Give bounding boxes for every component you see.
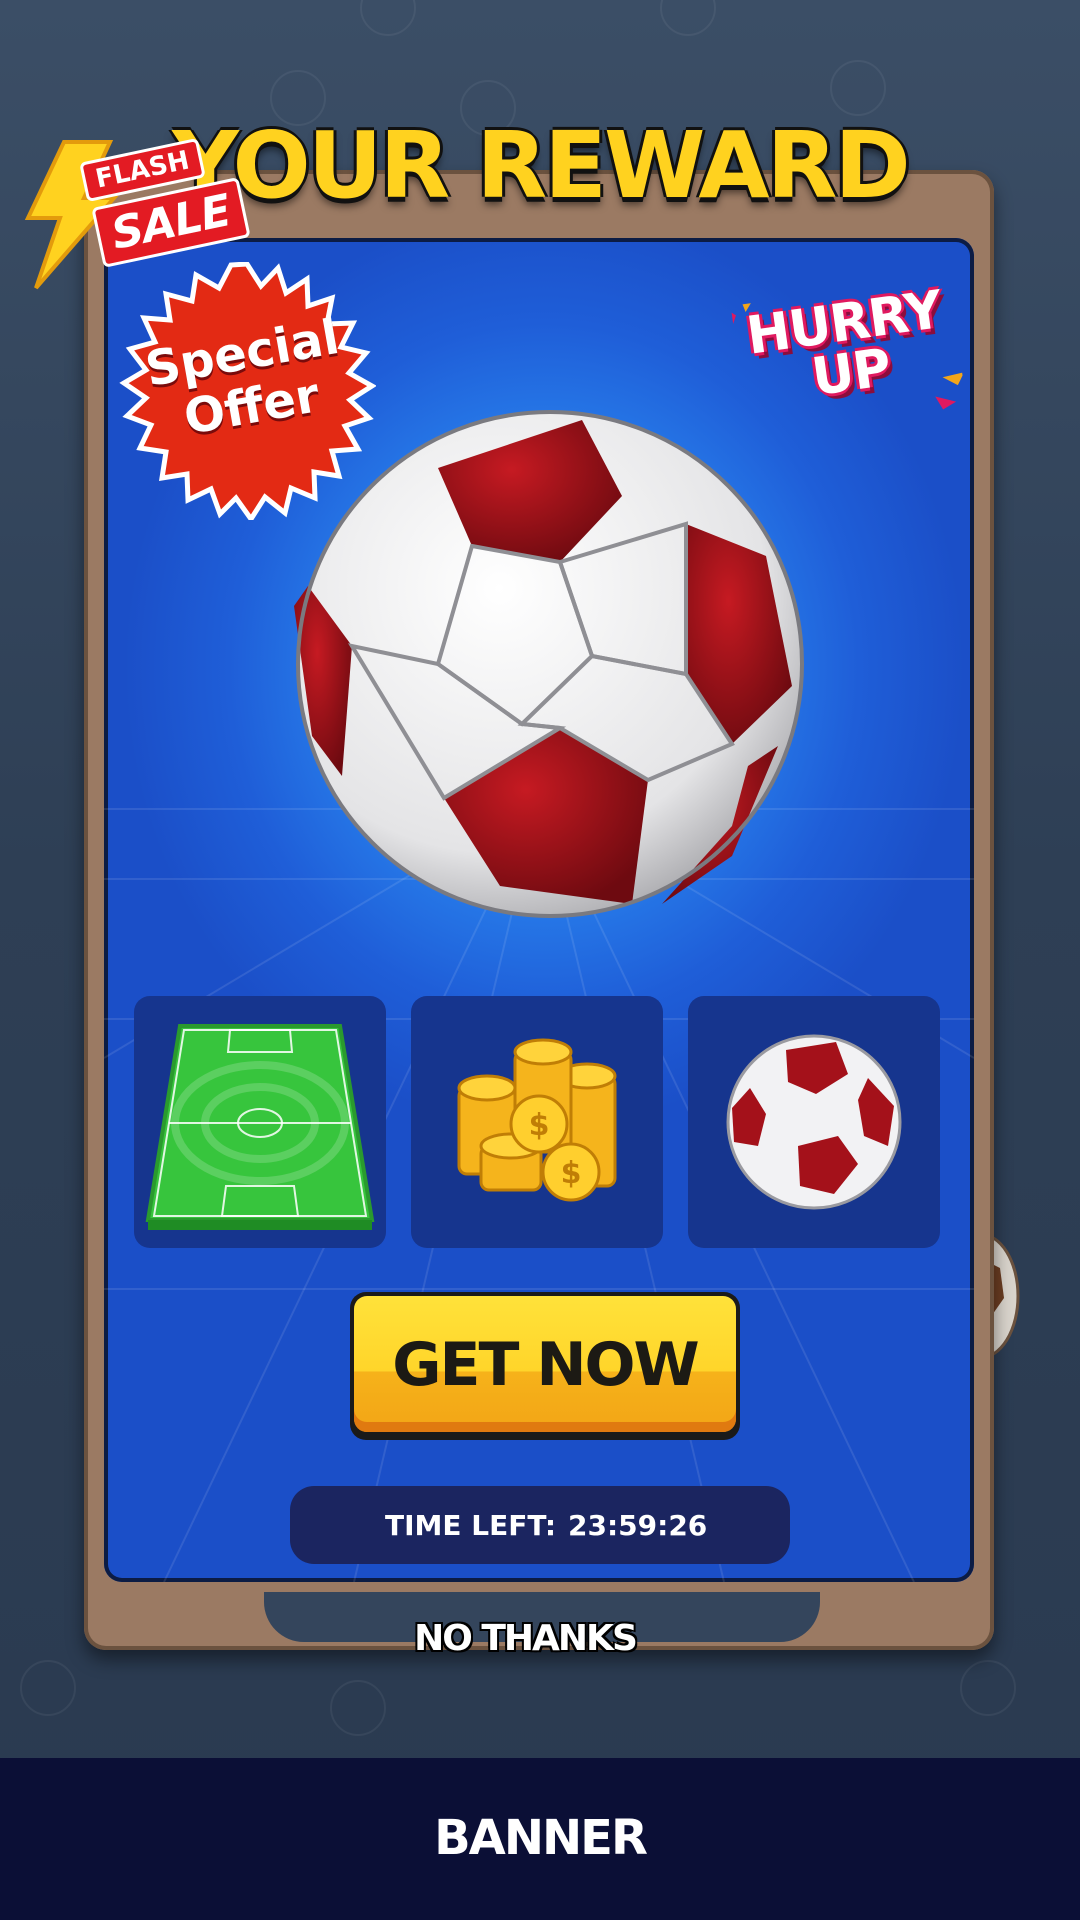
get-now-label: GET NOW xyxy=(392,1330,699,1400)
reward-item-field[interactable] xyxy=(134,996,386,1248)
timer-label: TIME LEFT: xyxy=(385,1509,557,1542)
ad-banner[interactable]: BANNER xyxy=(0,1758,1080,1920)
reward-item-coins[interactable]: $ $ xyxy=(411,996,663,1248)
no-thanks-button[interactable]: NO THANKS xyxy=(0,1618,1050,1659)
soccer-field-icon xyxy=(145,1024,375,1230)
gold-coins-icon: $ $ xyxy=(457,1038,617,1202)
svg-text:$: $ xyxy=(529,1108,550,1143)
get-now-face[interactable]: GET NOW xyxy=(354,1296,736,1432)
svg-text:$: $ xyxy=(561,1156,582,1191)
soccer-ball-icon xyxy=(726,1034,902,1210)
hurry-up-badge: HURRY UP xyxy=(730,275,970,454)
timer-value: 23:59:26 xyxy=(568,1509,708,1542)
special-offer-badge: Special Offer xyxy=(118,262,376,520)
banner-label: BANNER xyxy=(434,1810,648,1866)
countdown-timer: TIME LEFT: 23:59:26 xyxy=(290,1486,790,1564)
get-now-button[interactable]: GET NOW xyxy=(350,1292,740,1440)
flash-sale-badge: FLASH SALE xyxy=(14,137,251,290)
reward-item-ball[interactable] xyxy=(688,996,940,1248)
